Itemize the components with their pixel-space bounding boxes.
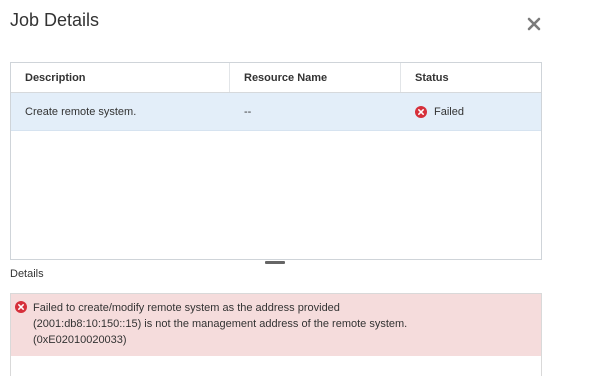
close-icon[interactable] [524, 14, 544, 34]
details-panel: Failed to create/modify remote system as… [10, 293, 542, 376]
column-header-resource-name[interactable]: Resource Name [230, 63, 401, 92]
error-message-line: (0xE02010020033) [33, 334, 127, 346]
job-grid: Description Resource Name Status Create … [10, 62, 542, 260]
row-resource-name: -- [244, 105, 252, 118]
error-icon [15, 301, 27, 313]
row-status: Failed [401, 93, 541, 130]
error-message-line: Failed to create/modify remote system as… [33, 302, 340, 314]
status-text: Failed [434, 105, 464, 118]
column-header-description[interactable]: Description [11, 63, 230, 92]
grid-header: Description Resource Name Status [11, 63, 541, 93]
error-message-line: (2001:db8:10:150::15) is not the managem… [33, 318, 408, 330]
table-row[interactable]: Create remote system. -- Failed [11, 93, 541, 131]
error-icon [415, 105, 427, 118]
details-label: Details [10, 268, 44, 280]
dialog-title: Job Details [10, 10, 100, 30]
close-button[interactable] [524, 14, 544, 34]
resize-handle[interactable] [265, 261, 285, 264]
error-message: Failed to create/modify remote system as… [11, 294, 541, 356]
column-header-status[interactable]: Status [401, 63, 541, 92]
row-description: Create remote system. [25, 105, 137, 118]
